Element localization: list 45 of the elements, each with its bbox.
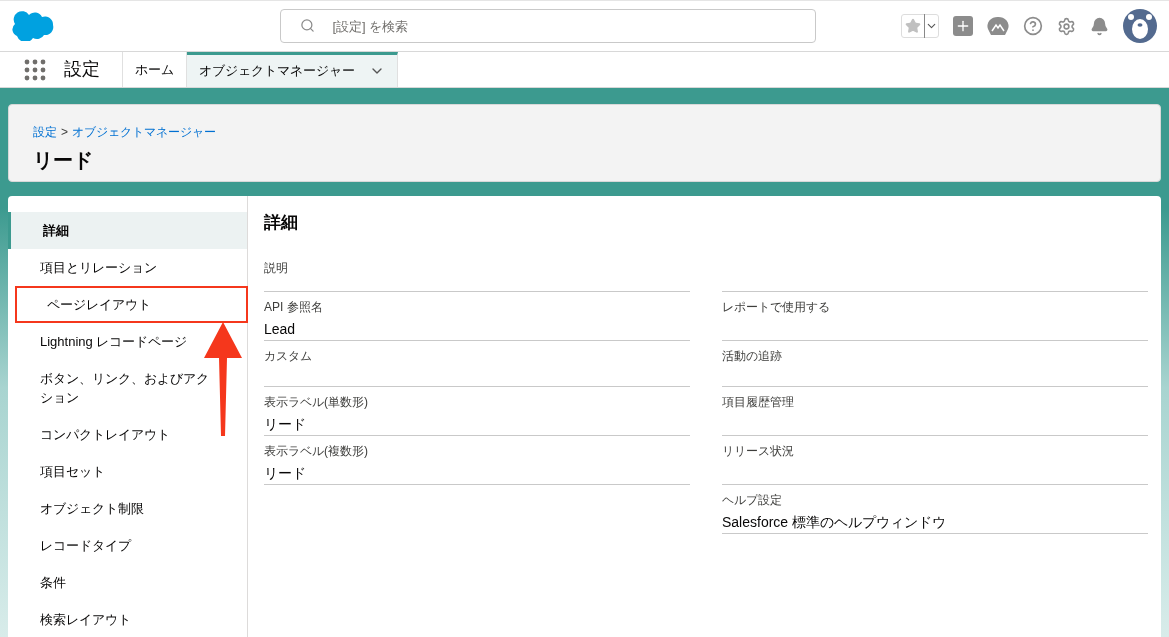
field-label: 表示ラベル(単数形)	[264, 393, 369, 411]
add-icon[interactable]	[953, 16, 973, 36]
app-name: 設定	[64, 58, 100, 81]
cloud-logo[interactable]	[12, 11, 54, 41]
sidebar-item[interactable]: 項目セット	[8, 453, 247, 490]
breadcrumb-separator: >	[61, 124, 68, 141]
sidebar-item[interactable]: 条件	[8, 564, 247, 601]
field-label: 項目履歴管理	[722, 393, 795, 411]
page-title: リード	[33, 148, 94, 173]
sidebar-item[interactable]: Lightning レコードページ	[8, 323, 247, 360]
field-value: Lead	[264, 319, 297, 339]
breadcrumb-link[interactable]: オブジェクトマネージャー	[72, 123, 216, 141]
nav-tab[interactable]: オブジェクトマネージャー	[187, 52, 398, 87]
favorites-button[interactable]	[901, 14, 939, 38]
notification-icon[interactable]	[1090, 16, 1109, 36]
field-value: リード	[264, 463, 307, 483]
sidebar-item[interactable]: 項目とリレーション	[8, 249, 247, 286]
sidebar-item[interactable]: ボタン、リンク、およびアクション	[8, 360, 247, 416]
star-icon	[905, 18, 921, 34]
field-label: 活動の追跡	[722, 347, 783, 365]
caret-icon	[924, 14, 938, 38]
sidebar-item[interactable]: ページレイアウト	[15, 286, 248, 323]
app-launcher-icon[interactable]	[24, 58, 46, 81]
field-label: 説明	[264, 259, 289, 277]
field-value: Salesforce 標準のヘルプウィンドウ	[722, 512, 948, 532]
sidebar-item[interactable]: 詳細	[8, 212, 247, 249]
field-label: API 参照名	[264, 298, 324, 316]
search-field[interactable]: [設定] を検索	[279, 9, 816, 43]
search-icon	[299, 18, 315, 33]
field-label: リリース状況	[722, 442, 795, 460]
help-icon[interactable]	[1023, 16, 1043, 36]
field-label: カスタム	[264, 347, 313, 365]
sidebar-item[interactable]: オブジェクト制限	[8, 490, 247, 527]
field-label: レポートで使用する	[722, 298, 831, 316]
sidebar-item[interactable]: 検索レイアウト	[8, 601, 247, 637]
settings-icon[interactable]	[1057, 16, 1076, 36]
field-value: リード	[264, 414, 307, 434]
sidebar-item[interactable]: コンパクトレイアウト	[8, 416, 247, 453]
breadcrumb-link[interactable]: 設定	[33, 123, 57, 141]
field-label: 表示ラベル(複数形)	[264, 442, 369, 460]
sidebar-item[interactable]: レコードタイプ	[8, 527, 247, 564]
avatar-icon[interactable]	[1123, 9, 1157, 43]
field-label: ヘルプ設定	[722, 491, 783, 509]
mountain-icon[interactable]	[987, 16, 1009, 36]
section-title: 詳細	[264, 212, 299, 234]
